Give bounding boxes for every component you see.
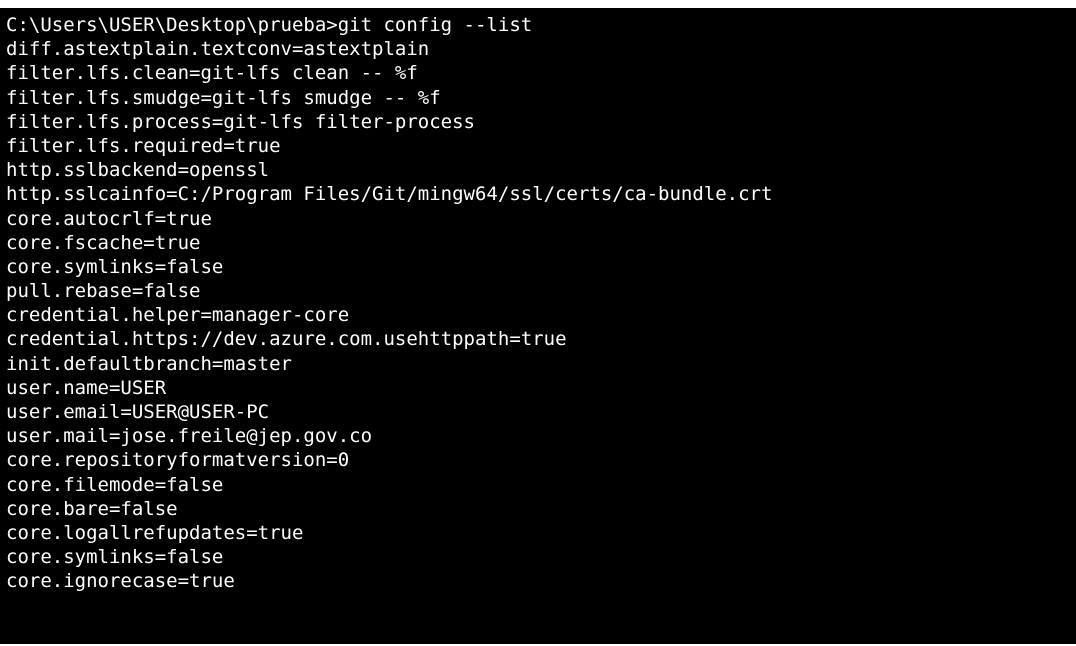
config-line: core.logallrefupdates=true (6, 521, 304, 544)
top-cropped-strip (0, 0, 1076, 8)
config-line: core.bare=false (6, 497, 178, 520)
command-prompt-line: C:\Users\USER\Desktop\prueba>git config … (6, 14, 533, 36)
config-line: filter.lfs.required=true (6, 134, 281, 157)
config-line: core.autocrlf=true (6, 207, 212, 230)
config-line: core.ignorecase=true (6, 570, 235, 593)
terminal-window[interactable]: C:\Users\USER\Desktop\prueba>git config … (0, 8, 1076, 644)
config-line: filter.lfs.clean=git-lfs clean -- %f (6, 62, 418, 85)
config-line: http.sslcainfo=C:/Program Files/Git/ming… (6, 183, 773, 206)
config-line: credential.helper=manager-core (6, 304, 350, 327)
terminal-output: C:\Users\USER\Desktop\prueba>git config … (6, 13, 772, 594)
config-line: core.symlinks=false (6, 255, 224, 278)
config-line: user.mail=jose.freile@jep.gov.co (6, 425, 373, 448)
config-line: core.symlinks=false (6, 546, 224, 569)
config-line: credential.https://dev.azure.com.usehttp… (6, 328, 567, 351)
config-line: core.filemode=false (6, 473, 224, 496)
config-line: user.name=USER (6, 376, 167, 399)
config-line: init.defaultbranch=master (6, 352, 292, 375)
config-line: core.repositoryformatversion=0 (6, 449, 350, 472)
config-line: user.email=USER@USER-PC (6, 401, 270, 423)
config-line: filter.lfs.process=git-lfs filter-proces… (6, 110, 475, 133)
config-line: core.fscache=true (6, 231, 201, 254)
config-line: filter.lfs.smudge=git-lfs smudge -- %f (6, 86, 441, 109)
config-line: http.sslbackend=openssl (6, 159, 270, 182)
config-line: diff.astextplain.textconv=astextplain (6, 38, 430, 61)
config-line: pull.rebase=false (6, 280, 201, 303)
